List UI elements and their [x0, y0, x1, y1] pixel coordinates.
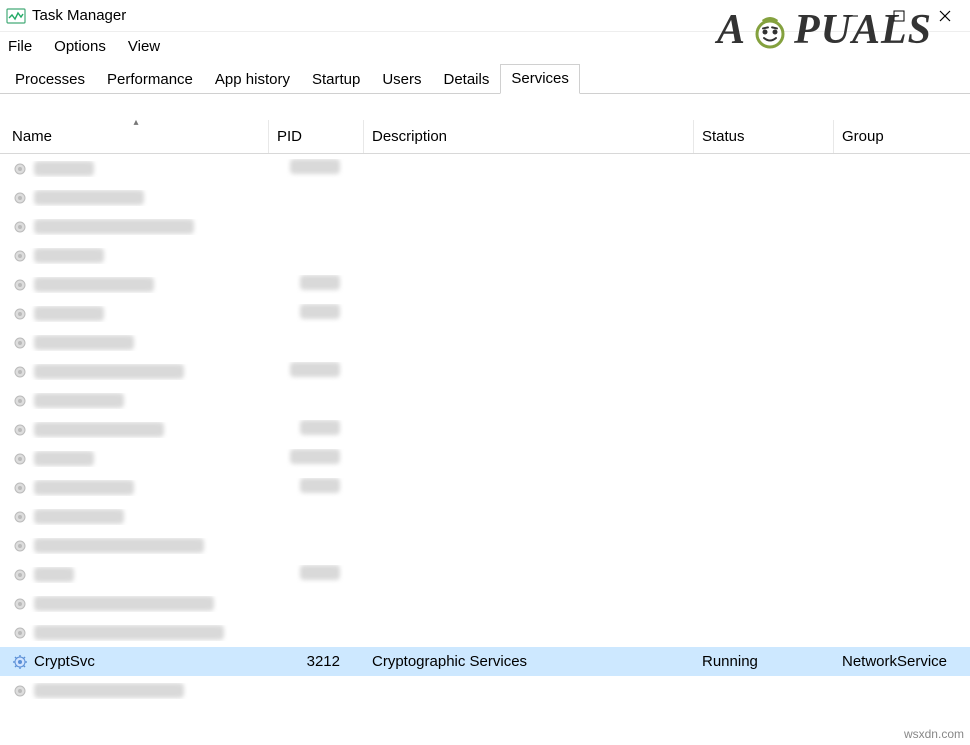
col-name[interactable]: ▴ Name	[4, 120, 269, 153]
tab-users[interactable]: Users	[371, 65, 432, 94]
table-row[interactable]	[0, 473, 970, 502]
minimize-button[interactable]	[830, 2, 876, 30]
tab-services[interactable]: Services	[500, 64, 580, 94]
table-row[interactable]	[0, 415, 970, 444]
tab-details[interactable]: Details	[433, 65, 501, 94]
maximize-button[interactable]	[876, 2, 922, 30]
col-pid[interactable]: PID	[269, 120, 364, 153]
table-row[interactable]	[0, 386, 970, 415]
cell-status: Running	[694, 653, 834, 670]
menu-view[interactable]: View	[128, 38, 160, 55]
col-name-label: Name	[12, 128, 52, 145]
close-button[interactable]	[922, 2, 968, 30]
table-row[interactable]	[0, 270, 970, 299]
cell-pid: 3212	[269, 653, 364, 670]
menu-file[interactable]: File	[8, 38, 32, 55]
column-headers: ▴ Name PID Description Status Group	[0, 120, 970, 154]
cell-description: Cryptographic Services	[364, 653, 694, 670]
table-row[interactable]	[0, 154, 970, 183]
table-row[interactable]	[0, 357, 970, 386]
col-status[interactable]: Status	[694, 120, 834, 153]
tab-performance[interactable]: Performance	[96, 65, 204, 94]
col-group[interactable]: Group	[834, 120, 966, 153]
table-row-selected[interactable]: CryptSvc 3212Cryptographic ServicesRunnin…	[0, 647, 970, 676]
table-row[interactable]	[0, 560, 970, 589]
col-group-label: Group	[842, 128, 884, 145]
table-row[interactable]	[0, 183, 970, 212]
table-row[interactable]	[0, 444, 970, 473]
table-row[interactable]	[0, 502, 970, 531]
col-description[interactable]: Description	[364, 120, 694, 153]
table-row[interactable]	[0, 328, 970, 357]
tab-app-history[interactable]: App history	[204, 65, 301, 94]
table-row[interactable]	[0, 531, 970, 560]
services-grid: ▴ Name PID Description Status Group Cryp…	[0, 120, 970, 705]
table-row[interactable]	[0, 618, 970, 647]
service-name: CryptSvc	[34, 653, 95, 670]
gear-icon	[12, 654, 28, 670]
menu-options[interactable]: Options	[54, 38, 106, 55]
task-manager-icon	[6, 6, 26, 26]
col-status-label: Status	[702, 128, 745, 145]
menubar: File Options View	[0, 32, 970, 61]
sort-asc-icon: ▴	[133, 117, 138, 128]
table-row[interactable]	[0, 299, 970, 328]
col-description-label: Description	[372, 128, 447, 145]
table-row[interactable]	[0, 589, 970, 618]
tabstrip: Processes Performance App history Startu…	[0, 61, 970, 94]
tab-startup[interactable]: Startup	[301, 65, 371, 94]
cell-name: CryptSvc	[4, 653, 269, 670]
tab-processes[interactable]: Processes	[4, 65, 96, 94]
table-row[interactable]	[0, 212, 970, 241]
col-pid-label: PID	[277, 128, 302, 145]
cell-group: NetworkService	[834, 653, 966, 670]
table-row[interactable]	[0, 241, 970, 270]
source-domain: wsxdn.com	[904, 727, 964, 741]
grid-body[interactable]: CryptSvc 3212Cryptographic ServicesRunnin…	[0, 154, 970, 705]
titlebar: Task Manager	[0, 0, 970, 32]
table-row[interactable]	[0, 676, 970, 705]
window-title: Task Manager	[32, 7, 126, 24]
